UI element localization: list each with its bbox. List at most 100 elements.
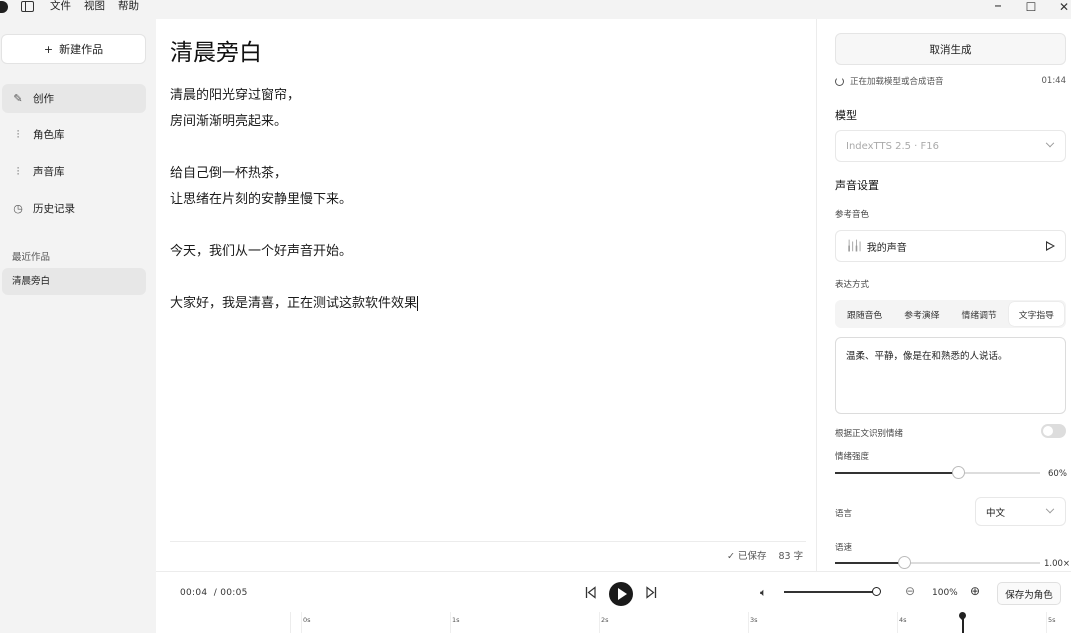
loading-timer: 01:44 xyxy=(1041,76,1067,86)
ruler-tick-label: 1s xyxy=(452,616,460,624)
waveform-icon: ╽|╽| xyxy=(846,240,862,252)
new-work-button[interactable]: + 新建作品 xyxy=(1,34,146,64)
reference-voice-card[interactable]: ╽|╽| 我的声音 xyxy=(835,230,1066,262)
nav-label: 角色库 xyxy=(33,129,65,141)
document-body[interactable]: 清晨的阳光穿过窗帘， 房间渐渐明亮起来。 给自己倒一杯热茶， 让思绪在片刻的安静… xyxy=(170,83,790,317)
cancel-generation-button[interactable]: 取消生成 xyxy=(835,33,1066,65)
reference-voice-label: 参考音色 xyxy=(835,210,870,220)
slider-fill xyxy=(835,562,905,564)
slider-fill xyxy=(835,472,958,474)
model-select[interactable]: IndexTTS 2.5 · F16 xyxy=(835,130,1066,162)
model-value: IndexTTS 2.5 · F16 xyxy=(846,140,940,152)
nav-item-create[interactable]: ✎ 创作 xyxy=(2,84,146,113)
ruler-tick-label: 4s xyxy=(899,616,907,624)
tab-follow-voice[interactable]: 跟随音色 xyxy=(837,302,892,326)
menu-help[interactable]: 帮助 xyxy=(118,0,139,13)
slider-knob[interactable] xyxy=(871,587,881,596)
tab-text-guidance[interactable]: 文字指导 xyxy=(1008,302,1064,326)
play-icon[interactable] xyxy=(1046,241,1055,251)
speed-value: 1.00× xyxy=(1044,559,1071,569)
save-status-bar: ✓ 已保存 83 字 xyxy=(727,548,803,562)
spinner-icon xyxy=(835,76,844,86)
skip-forward-icon[interactable] xyxy=(646,586,657,599)
loading-status: 正在加载模型或合成语音 01:44 xyxy=(835,75,1066,87)
speed-slider[interactable] xyxy=(835,556,1040,570)
text-line: 给自己倒一杯热茶， xyxy=(170,166,288,181)
slider-knob[interactable] xyxy=(898,556,912,569)
nav-item-roles[interactable]: ⫶ 角色库 xyxy=(2,120,146,149)
total-time: / 00:05 xyxy=(213,588,248,598)
language-label: 语言 xyxy=(835,509,853,519)
ruler-gridline xyxy=(748,612,749,633)
sidebar-toggle-icon[interactable] xyxy=(21,1,34,12)
zoom-out-icon[interactable]: ⊖ xyxy=(903,584,917,598)
time-readout: 00:04 / 00:05 xyxy=(180,588,248,598)
voice-settings-heading: 声音设置 xyxy=(835,179,879,192)
new-work-label: 新建作品 xyxy=(59,43,104,56)
tab-reference-performance[interactable]: 参考演绎 xyxy=(894,302,949,326)
close-icon[interactable]: ✕ xyxy=(1052,0,1071,17)
settings-panel: 取消生成 正在加载模型或合成语音 01:44 模型 IndexTTS 2.5 ·… xyxy=(816,19,1071,571)
auto-emotion-toggle[interactable] xyxy=(1041,424,1066,438)
model-heading: 模型 xyxy=(835,109,857,122)
instruction-textarea[interactable]: 温柔、平静，像是在和熟悉的人说话。 xyxy=(835,337,1066,414)
language-value: 中文 xyxy=(986,507,1006,519)
language-select[interactable]: 中文 xyxy=(975,497,1066,526)
play-button[interactable] xyxy=(609,582,633,606)
text-line-content: 大家好，我是清喜，正在测试这款软件效果 xyxy=(170,296,418,311)
emotion-intensity-slider[interactable] xyxy=(835,466,1040,480)
menu-view[interactable]: 视图 xyxy=(84,0,105,13)
nav-label: 创作 xyxy=(33,93,54,105)
nav-label: 历史记录 xyxy=(33,203,75,215)
text-line: 大家好，我是清喜，正在测试这款软件效果 xyxy=(170,291,790,317)
ruler-gridline xyxy=(1046,612,1047,633)
ruler-tick-label: 2s xyxy=(601,616,609,624)
sidebar: + 新建作品 ✎ 创作 ⫶ 角色库 ⫶ 声音库 ◷ 历史记录 最近作品 清晨旁白 xyxy=(0,19,156,571)
text-cursor xyxy=(417,296,419,311)
slider-fill xyxy=(784,591,876,593)
emotion-intensity-label: 情绪强度 xyxy=(835,452,870,462)
ruler-gridline xyxy=(897,612,898,633)
expression-mode-tabs: 跟随音色 参考演绎 情绪调节 文字指导 xyxy=(835,300,1066,328)
slider-knob[interactable] xyxy=(951,466,965,479)
skip-back-icon[interactable] xyxy=(585,586,596,599)
audio-player: 00:04 / 00:05 🔈︎ ⊖ 100% ⊕ 保存为角色 0s 1s 2s 3s… xyxy=(156,571,1071,633)
divider xyxy=(170,541,806,542)
auto-emotion-label: 根据正文识别情绪 xyxy=(835,429,904,439)
ruler-tick-label: 3s xyxy=(750,616,758,624)
playhead[interactable] xyxy=(962,615,964,633)
emotion-intensity-value: 60% xyxy=(1048,469,1067,479)
nav-item-history[interactable]: ◷ 历史记录 xyxy=(2,194,146,223)
maximize-icon[interactable]: ☐ xyxy=(1019,0,1043,17)
clock-icon: ◷ xyxy=(13,202,23,215)
zoom-level: 100% xyxy=(932,588,958,598)
ruler-gridline xyxy=(450,612,451,633)
loading-text: 正在加载模型或合成语音 xyxy=(850,77,944,87)
save-as-role-button[interactable]: 保存为角色 xyxy=(997,582,1061,605)
plus-icon: + xyxy=(43,42,54,56)
speed-label: 语速 xyxy=(835,543,853,553)
menu-file[interactable]: 文件 xyxy=(50,0,71,13)
text-line: 让思绪在片刻的安静里慢下来。 xyxy=(170,192,353,207)
volume-icon[interactable]: 🔈︎ xyxy=(760,586,767,600)
text-line: 清晨的阳光穿过窗帘， xyxy=(170,88,301,103)
text-line: 房间渐渐明亮起来。 xyxy=(170,114,288,129)
nav-label: 声音库 xyxy=(33,166,65,178)
minimize-icon[interactable]: – xyxy=(986,0,1010,15)
document-title[interactable]: 清晨旁白 xyxy=(170,33,262,67)
current-time: 00:04 xyxy=(180,588,208,598)
recent-works-heading: 最近作品 xyxy=(12,252,51,263)
timeline-ruler[interactable]: 0s 1s 2s 3s 4s 5s xyxy=(290,612,1065,633)
saved-status: ✓ 已保存 xyxy=(727,551,767,562)
app-logo-icon xyxy=(0,1,8,13)
nav-item-voices[interactable]: ⫶ 声音库 xyxy=(2,157,146,186)
tab-emotion-adjust[interactable]: 情绪调节 xyxy=(952,302,1007,326)
zoom-in-icon[interactable]: ⊕ xyxy=(968,584,982,598)
recent-work-item[interactable]: 清晨旁白 xyxy=(2,268,146,295)
volume-slider[interactable] xyxy=(784,586,882,598)
ruler-tick-label: 0s xyxy=(303,616,311,624)
ruler-tick-label: 5s xyxy=(1048,616,1056,624)
